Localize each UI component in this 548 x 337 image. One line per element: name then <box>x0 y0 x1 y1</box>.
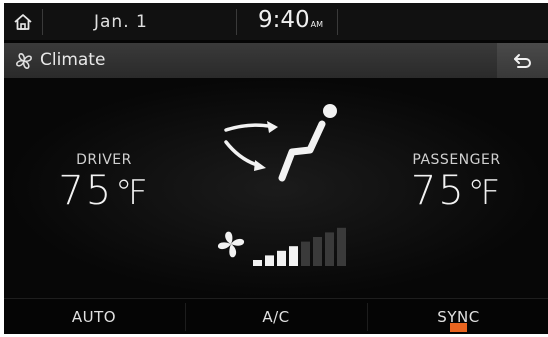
fan-icon <box>16 53 32 69</box>
driver-temp-unit: ℉ <box>115 173 150 213</box>
fan-speed-icon <box>217 231 245 258</box>
home-button[interactable] <box>4 3 42 40</box>
driver-label: DRIVER <box>76 152 132 168</box>
seated-person-icon <box>278 104 337 182</box>
back-arrow-icon <box>514 53 531 68</box>
fan-bar-active <box>289 246 298 266</box>
status-divider <box>337 9 338 35</box>
home-icon <box>14 13 32 30</box>
status-bar: Jan. 1 9:40AM <box>4 3 548 40</box>
fan-speed-control[interactable] <box>212 224 347 268</box>
title-bar: Climate <box>4 43 548 78</box>
fan-bar-inactive <box>301 241 310 266</box>
fan-bar-active <box>277 250 286 266</box>
driver-temperature[interactable]: 75℉ <box>44 168 164 214</box>
auto-button[interactable]: AUTO <box>4 299 184 334</box>
driver-zone[interactable]: DRIVER 75℉ <box>44 152 164 214</box>
clock: 9:40AM <box>258 7 323 33</box>
time-period: AM <box>310 20 324 29</box>
status-divider <box>236 9 237 35</box>
fan-bar-active <box>253 260 262 266</box>
page-title: Climate <box>40 50 106 70</box>
back-button[interactable] <box>497 43 548 78</box>
passenger-temperature[interactable]: 75℉ <box>389 168 524 214</box>
fan-bar-inactive <box>337 227 346 266</box>
sync-indicator <box>450 323 467 332</box>
airflow-mode-button[interactable] <box>216 100 341 195</box>
fan-bar-active <box>265 255 274 266</box>
airflow-arrows-icon <box>224 123 276 168</box>
fan-speed-bars <box>253 227 346 266</box>
time-display: 9:40 <box>258 7 310 33</box>
ac-button[interactable]: A/C <box>186 299 366 334</box>
climate-main: DRIVER 75℉ PASSENGER 75℉ <box>4 78 548 298</box>
status-divider <box>42 9 43 35</box>
date-display: Jan. 1 <box>94 12 148 32</box>
passenger-temp-value: 75 <box>410 168 466 214</box>
airflow-arrowheads <box>254 121 278 171</box>
passenger-temp-unit: ℉ <box>467 173 503 213</box>
passenger-label: PASSENGER <box>412 152 501 168</box>
driver-temp-value: 75 <box>58 168 114 214</box>
passenger-zone[interactable]: PASSENGER 75℉ <box>389 152 524 214</box>
fan-bar-inactive <box>313 237 322 266</box>
climate-screen: Jan. 1 9:40AM Climate DRIVER 75℉ PASSENG… <box>4 3 548 334</box>
fan-bar-inactive <box>325 232 334 266</box>
